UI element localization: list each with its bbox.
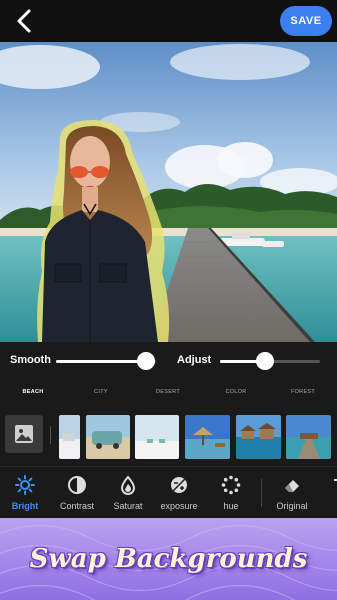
background-thumbnail[interactable] — [236, 415, 281, 459]
background-thumbnail[interactable] — [59, 415, 80, 459]
exposure-icon — [171, 477, 187, 493]
banner-title: Swap Backgrounds — [29, 544, 308, 574]
gallery-button[interactable] — [5, 415, 43, 453]
category-forest[interactable]: FOREST — [291, 389, 315, 395]
back-chevron-icon — [17, 9, 31, 33]
tool-crop-label: Cu — [315, 501, 337, 511]
tool-saturation-label: Saturat — [113, 501, 143, 511]
eraser-icon — [285, 480, 299, 492]
top-bar: SAVE — [0, 0, 337, 42]
save-button[interactable]: SAVE — [280, 6, 332, 36]
hue-dots-icon — [221, 475, 241, 495]
photo-editor-screen: SAVE Smooth Adjust BEACH CITY DESERT COL… — [0, 0, 337, 600]
tool-bright-label: Bright — [11, 501, 39, 511]
tool-exposure-label: exposure — [160, 501, 198, 511]
tool-original[interactable]: Original — [264, 475, 320, 511]
back-button[interactable] — [10, 6, 40, 36]
adjust-label: Adjust — [177, 354, 212, 366]
contrast-icon — [68, 476, 86, 494]
adjust-slider-thumb[interactable] — [256, 352, 274, 370]
droplet-icon — [120, 475, 136, 495]
promo-banner: Swap Backgrounds — [0, 518, 337, 600]
smooth-slider-fill — [56, 360, 146, 363]
tools-divider — [261, 479, 262, 507]
tool-saturation[interactable]: Saturat — [100, 475, 156, 511]
background-categories: BEACH CITY DESERT COLOR FOREST — [0, 380, 337, 404]
adjust-slider[interactable] — [220, 352, 320, 370]
crop-icon — [334, 476, 337, 491]
category-desert[interactable]: DESERT — [156, 389, 180, 395]
smooth-label: Smooth — [10, 354, 51, 366]
background-thumbnail[interactable] — [185, 415, 230, 459]
smooth-slider[interactable] — [56, 352, 156, 370]
background-thumbnail[interactable] — [86, 415, 130, 459]
tool-contrast-label: Contrast — [59, 501, 94, 511]
tool-contrast[interactable]: Contrast — [49, 475, 105, 511]
category-color[interactable]: COLOR — [225, 389, 246, 395]
tool-bright[interactable]: Bright — [0, 475, 53, 511]
tool-exposure[interactable]: exposure — [151, 475, 207, 511]
category-beach[interactable]: BEACH — [22, 389, 43, 395]
background-thumbnail[interactable] — [286, 415, 331, 459]
adjustment-tools: Bright Contrast Saturat exposure hue Ori… — [0, 466, 337, 518]
category-city[interactable]: CITY — [94, 389, 108, 395]
tool-crop[interactable]: Cu — [315, 475, 337, 511]
thumbnails-divider — [50, 426, 51, 444]
photo-canvas[interactable] — [0, 42, 337, 342]
tool-hue-label: hue — [223, 501, 239, 511]
adjustment-sliders: Smooth Adjust — [0, 342, 337, 380]
background-thumbnails — [0, 404, 337, 466]
background-thumbnail[interactable] — [135, 415, 179, 459]
tool-original-label: Original — [276, 501, 308, 511]
image-icon — [15, 425, 33, 443]
sun-icon — [15, 475, 35, 495]
smooth-slider-thumb[interactable] — [137, 352, 155, 370]
tool-hue[interactable]: hue — [203, 475, 259, 511]
